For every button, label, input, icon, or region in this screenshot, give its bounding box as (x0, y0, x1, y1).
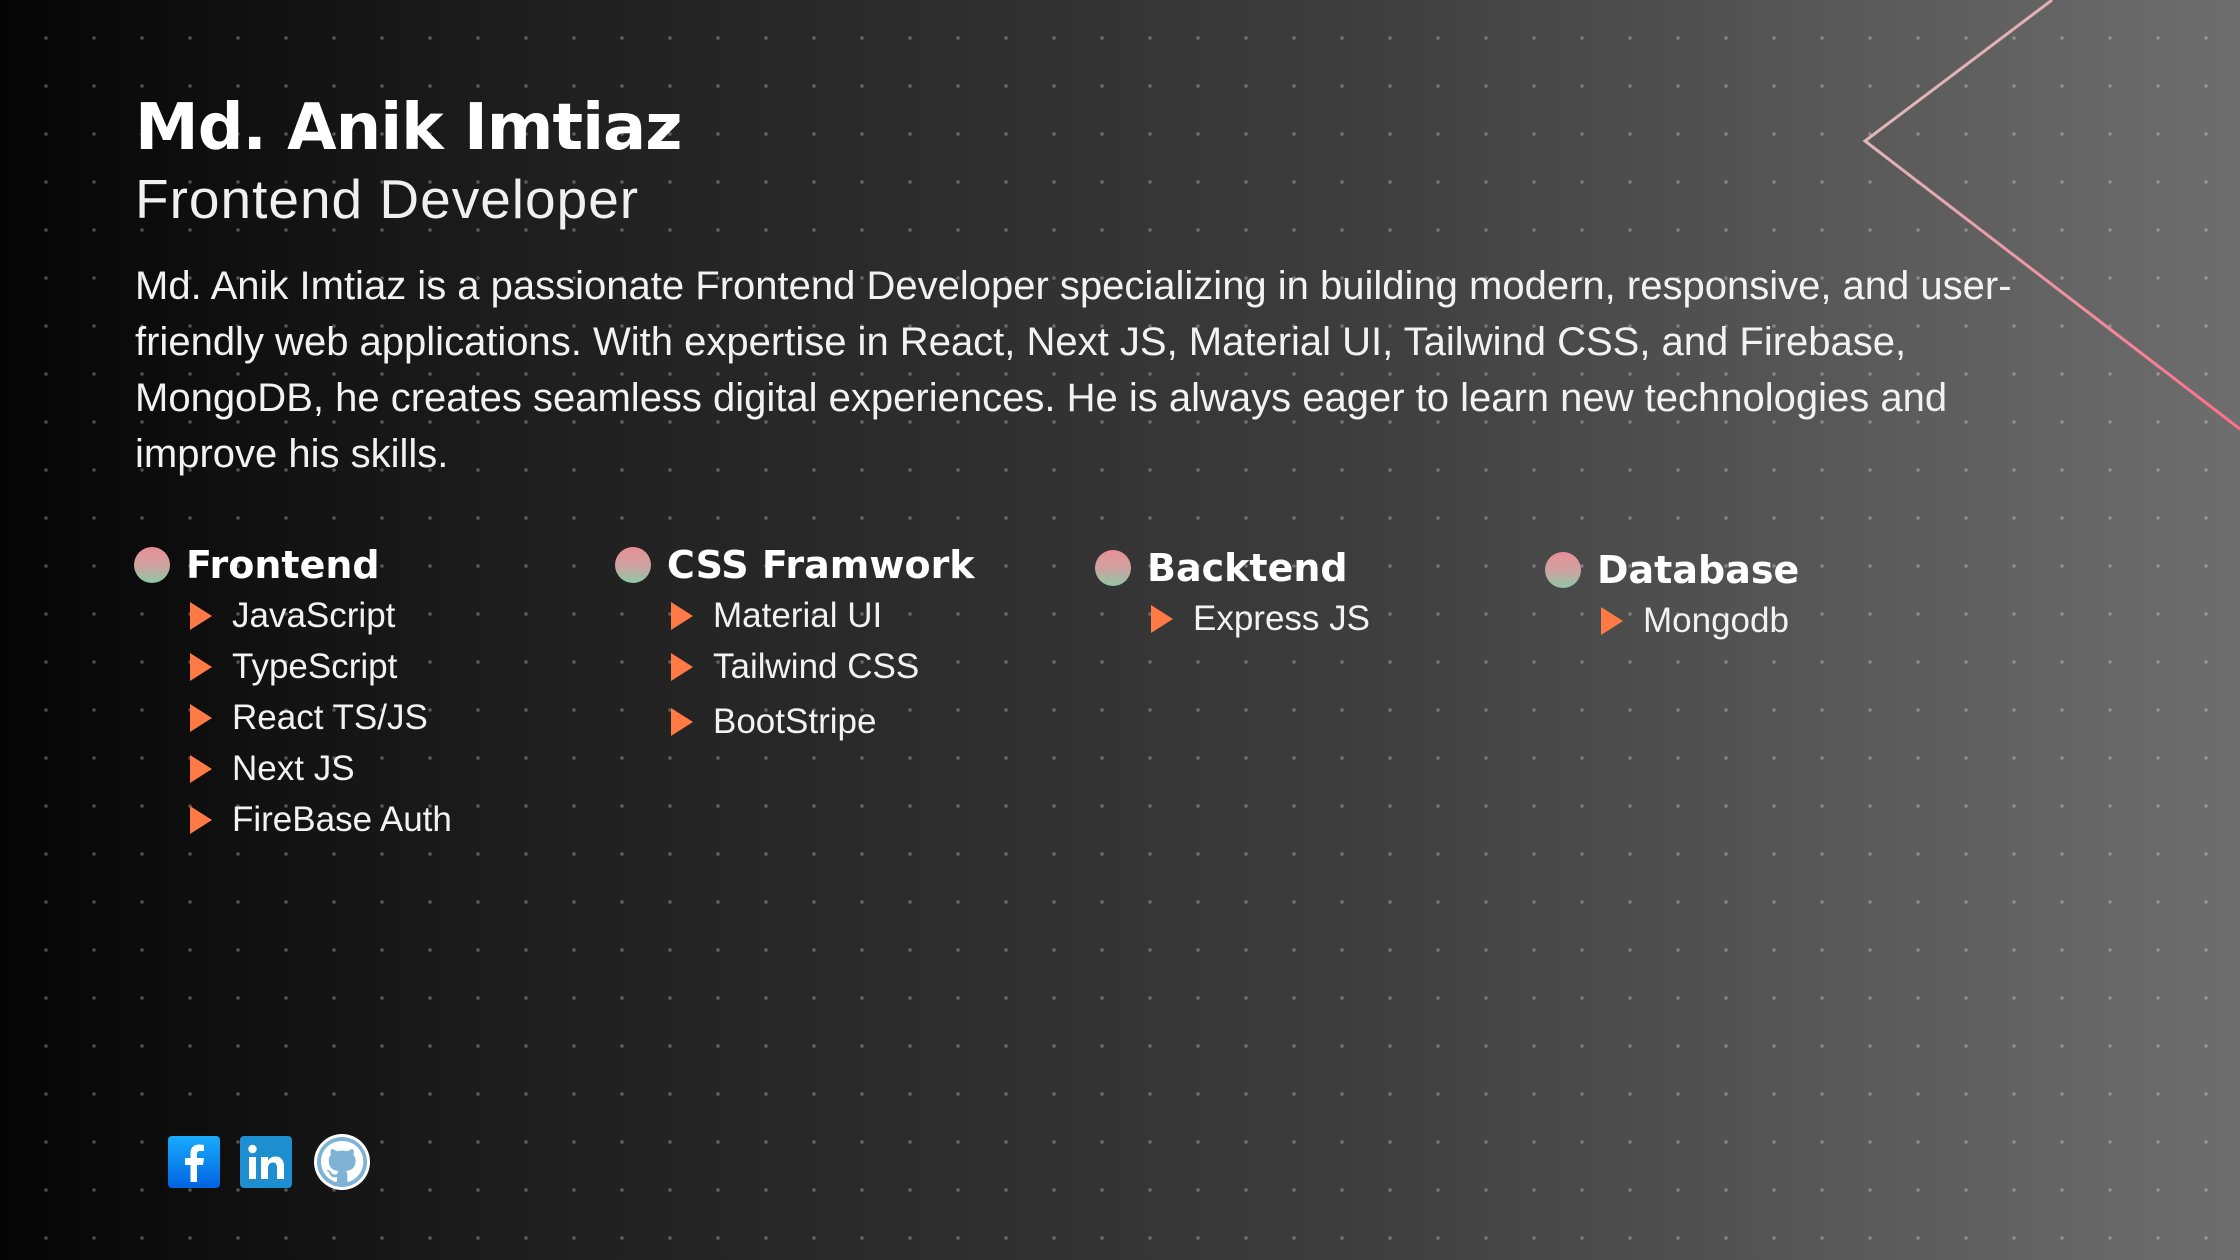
skill-group-title: Backtend (1095, 543, 1370, 593)
skill-list: Material UI Tailwind CSS BootStripe (615, 590, 975, 752)
skill-item-label: React TS/JS (232, 697, 428, 737)
skill-group-backend: Backtend Express JS (1095, 543, 1370, 644)
skill-item-label: Express JS (1193, 598, 1370, 638)
gradient-dot-icon (1545, 552, 1581, 588)
skill-group-label: Backtend (1147, 546, 1348, 590)
skill-item: TypeScript (190, 641, 452, 692)
skill-list: Mongodb (1545, 595, 1799, 646)
triangle-bullet-icon (190, 652, 212, 681)
triangle-bullet-icon (671, 652, 693, 681)
triangle-bullet-icon (190, 805, 212, 834)
skill-item-label: Next JS (232, 748, 355, 788)
skill-group-database: Database Mongodb (1545, 545, 1799, 646)
skill-group-label: Database (1597, 548, 1800, 592)
skill-item-label: FireBase Auth (232, 799, 452, 839)
skill-item-label: Mongodb (1643, 600, 1789, 640)
triangle-bullet-icon (190, 754, 212, 783)
linkedin-icon[interactable] (240, 1136, 292, 1188)
skill-list: JavaScript TypeScript React TS/JS Next J… (134, 590, 452, 845)
triangle-bullet-icon (671, 708, 693, 736)
profile-role: Frontend Developer (135, 168, 640, 230)
triangle-bullet-icon (190, 703, 212, 732)
triangle-bullet-icon (671, 601, 693, 630)
skill-item-label: Material UI (713, 595, 883, 635)
skill-list: Express JS (1095, 593, 1370, 644)
skill-group-title: Database (1545, 545, 1799, 595)
skill-item-label: BootStripe (713, 702, 877, 741)
social-links (168, 1132, 372, 1192)
skill-item: React TS/JS (190, 692, 452, 743)
triangle-bullet-icon (190, 601, 212, 630)
gradient-dot-icon (134, 547, 170, 583)
profile-name: Md. Anik Imtiaz (135, 91, 682, 165)
skill-item-label: JavaScript (232, 595, 396, 635)
skill-item: Material UI (671, 590, 975, 641)
skill-item: Tailwind CSS (671, 641, 975, 692)
profile-header: Md. Anik Imtiaz Frontend Developer (135, 88, 682, 230)
skill-item: Express JS (1151, 593, 1370, 644)
skill-group-frontend: Frontend JavaScript TypeScript React TS/… (134, 540, 452, 845)
skill-item: FireBase Auth (190, 794, 452, 845)
github-icon[interactable] (312, 1132, 372, 1192)
skill-item: Next JS (190, 743, 452, 794)
skill-group-label: CSS Framwork (667, 543, 975, 587)
skill-group-title: CSS Framwork (615, 540, 975, 590)
skill-item: BootStripe (671, 692, 975, 752)
triangle-bullet-icon (1601, 606, 1623, 635)
triangle-bullet-icon (1151, 604, 1173, 633)
gradient-dot-icon (615, 547, 651, 583)
skill-group-label: Frontend (186, 543, 380, 587)
gradient-dot-icon (1095, 550, 1131, 586)
profile-bio: Md. Anik Imtiaz is a passionate Frontend… (135, 264, 2012, 476)
skill-group-css-framework: CSS Framwork Material UI Tailwind CSS Bo… (615, 540, 975, 752)
skill-item-label: Tailwind CSS (713, 646, 920, 686)
skill-item: Mongodb (1601, 595, 1799, 646)
skill-item: JavaScript (190, 590, 452, 641)
facebook-icon[interactable] (168, 1136, 220, 1188)
skill-group-title: Frontend (134, 540, 452, 590)
skill-item-label: TypeScript (232, 646, 398, 686)
